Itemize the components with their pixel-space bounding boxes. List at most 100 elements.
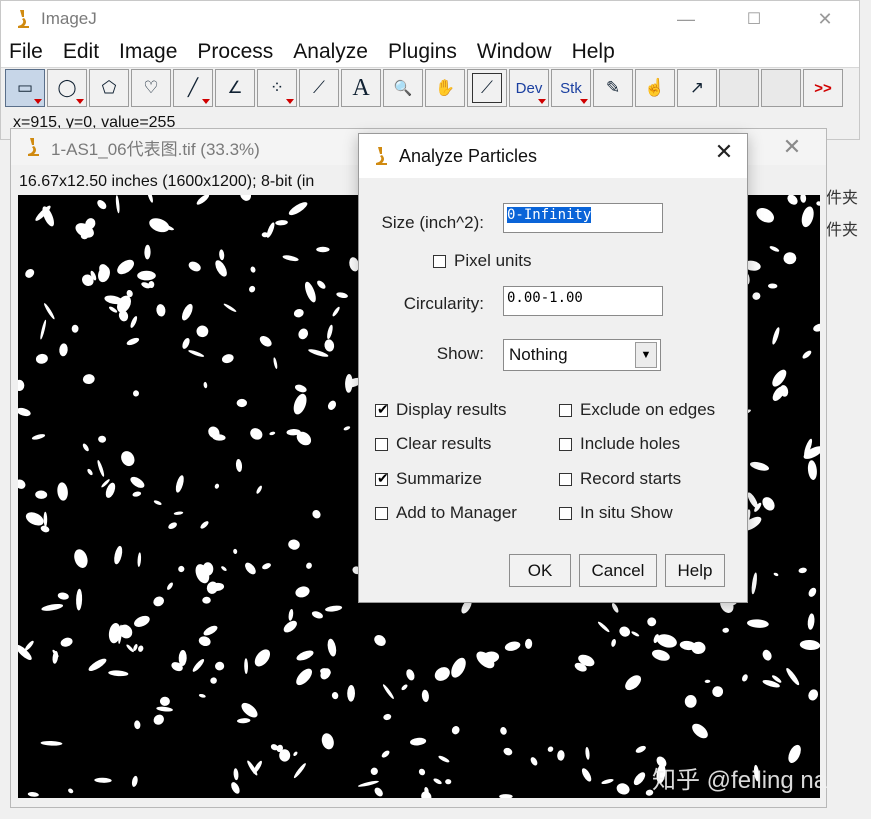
in-situ-show-box <box>559 506 572 520</box>
exclude-on-edges-box <box>559 403 572 417</box>
size-value: 0-Infinity <box>507 207 592 223</box>
stk-menu-button[interactable]: Stk <box>551 69 591 107</box>
chevron-down-icon: ▼ <box>635 342 657 368</box>
ok-button[interactable]: OK <box>509 554 571 587</box>
summarize-box: ✔ <box>375 469 389 486</box>
record-starts-checkbox[interactable]: Record starts <box>559 469 681 489</box>
exclude-on-edges-label: Exclude on edges <box>580 400 716 419</box>
color-picker-tool-icon: ⟋ <box>472 73 502 103</box>
touch-tool-button[interactable]: ☝ <box>635 69 675 107</box>
cancel-button[interactable]: Cancel <box>579 554 657 587</box>
arrow-tool-button[interactable]: ↗ <box>677 69 717 107</box>
angle-tool-icon: ∠ <box>227 78 243 97</box>
show-label: Show: <box>436 344 484 363</box>
add-to-manager-checkbox[interactable]: Add to Manager <box>375 503 517 523</box>
wand-tool-button[interactable]: ⟋ <box>299 69 339 107</box>
include-holes-box <box>559 437 572 451</box>
multipoint-tool-icon: ⁘ <box>269 78 285 97</box>
in-situ-show-label: In situ Show <box>580 503 673 522</box>
dialog-close-button[interactable]: ✕ <box>701 134 747 170</box>
checkmark-icon: ✔ <box>377 400 389 417</box>
text-tool-icon: A <box>352 74 370 101</box>
analyze-particles-dialog: Analyze Particles ✕ Size (inch^2): 0-Inf… <box>358 133 748 603</box>
magnifier-tool-button[interactable]: 🔍 <box>383 69 423 107</box>
minimize-button[interactable]: — <box>663 1 709 37</box>
size-field[interactable]: 0-Infinity <box>503 203 663 233</box>
main-titlebar: ImageJ — ☐ ✕ <box>1 1 859 37</box>
menu-help[interactable]: Help <box>572 40 615 64</box>
more-tools-label: >> <box>814 79 832 97</box>
empty-tool-slot <box>761 69 801 107</box>
size-label: Size (inch^2): <box>381 213 484 232</box>
color-picker-tool-button[interactable]: ⟋ <box>467 69 507 107</box>
include-holes-checkbox[interactable]: Include holes <box>559 434 680 454</box>
toolbar: ▭ ◯ ⬠ ♡ ╱ ∠ ⁘ ⟋ A 🔍 ✋ ⟋ Dev Stk ✎ ☝ ↗ >> <box>5 69 857 111</box>
wand-tool-icon: ⟋ <box>313 78 325 97</box>
line-tool-button[interactable]: ╱ <box>173 69 213 107</box>
main-window-title: ImageJ <box>41 9 97 28</box>
circularity-field[interactable]: 0.00-1.00 <box>503 286 663 316</box>
magnifier-tool-icon: 🔍 <box>393 80 413 97</box>
hand-tool-icon: ✋ <box>435 80 455 97</box>
polygon-tool-icon: ⬠ <box>101 78 117 97</box>
dev-menu-label: Dev <box>515 79 543 97</box>
record-starts-box <box>559 472 572 486</box>
multipoint-tool-button[interactable]: ⁘ <box>257 69 297 107</box>
image-window-title: 1-AS1_06代表图.tif (33.3%) <box>51 139 260 159</box>
image-info: 16.67x12.50 inches (1600x1200); 8-bit (i… <box>19 173 315 190</box>
microscope-icon <box>18 10 29 28</box>
dev-menu-button[interactable]: Dev <box>509 69 549 107</box>
image-close-button[interactable]: ✕ <box>769 129 815 165</box>
rectangle-tool-button[interactable]: ▭ <box>5 69 45 107</box>
clear-results-label: Clear results <box>396 434 492 453</box>
maximize-button[interactable]: ☐ <box>731 1 777 37</box>
menu-window[interactable]: Window <box>477 40 552 64</box>
help-button[interactable]: Help <box>665 554 725 587</box>
line-tool-icon: ╱ <box>187 78 199 97</box>
exclude-on-edges-checkbox[interactable]: Exclude on edges <box>559 400 715 420</box>
watermark: 知乎 @feiling na <box>652 767 828 794</box>
hand-tool-button[interactable]: ✋ <box>425 69 465 107</box>
oval-tool-button[interactable]: ◯ <box>47 69 87 107</box>
menu-file[interactable]: File <box>9 40 43 64</box>
pixel-units-checkbox[interactable]: Pixel units <box>433 251 531 271</box>
empty-tool-slot <box>719 69 759 107</box>
summarize-checkbox[interactable]: ✔ Summarize <box>375 469 482 489</box>
menu-edit[interactable]: Edit <box>63 40 99 64</box>
show-dropdown[interactable]: Nothing ▼ <box>503 339 661 371</box>
menu-bar: File Edit Image Process Analyze Plugins … <box>1 37 859 68</box>
polygon-tool-button[interactable]: ⬠ <box>89 69 129 107</box>
freehand-tool-button[interactable]: ♡ <box>131 69 171 107</box>
freehand-tool-icon: ♡ <box>143 78 159 97</box>
menu-process[interactable]: Process <box>197 40 273 64</box>
microscope-icon <box>376 147 387 165</box>
menu-plugins[interactable]: Plugins <box>388 40 457 64</box>
stk-menu-label: Stk <box>560 79 582 97</box>
clear-results-box <box>375 437 388 451</box>
checkmark-icon: ✔ <box>377 469 389 486</box>
arrow-tool-icon: ↗ <box>689 78 705 97</box>
background-text-fragment: 件夹 <box>826 222 859 239</box>
rectangle-tool-icon: ▭ <box>16 78 34 97</box>
close-button[interactable]: ✕ <box>802 1 848 37</box>
touch-tool-icon: ☝ <box>644 78 666 97</box>
display-results-checkbox[interactable]: ✔ Display results <box>375 400 507 420</box>
record-starts-label: Record starts <box>580 469 682 488</box>
microscope-icon <box>28 138 39 156</box>
brush-tool-button[interactable]: ✎ <box>593 69 633 107</box>
pixel-units-label: Pixel units <box>454 251 532 270</box>
angle-tool-button[interactable]: ∠ <box>215 69 255 107</box>
display-results-label: Display results <box>396 400 507 419</box>
background-text-fragment: 件夹 <box>826 190 859 207</box>
show-value: Nothing <box>509 345 568 364</box>
menu-image[interactable]: Image <box>119 40 177 64</box>
oval-tool-icon: ◯ <box>57 78 77 97</box>
clear-results-checkbox[interactable]: Clear results <box>375 434 491 454</box>
brush-tool-icon: ✎ <box>605 78 621 97</box>
text-tool-button[interactable]: A <box>341 69 381 107</box>
circularity-label: Circularity: <box>403 294 484 313</box>
more-tools-button[interactable]: >> <box>803 69 843 107</box>
in-situ-show-checkbox[interactable]: In situ Show <box>559 503 673 523</box>
imagej-main-window: ImageJ — ☐ ✕ File Edit Image Process Ana… <box>0 0 860 140</box>
menu-analyze[interactable]: Analyze <box>293 40 368 64</box>
